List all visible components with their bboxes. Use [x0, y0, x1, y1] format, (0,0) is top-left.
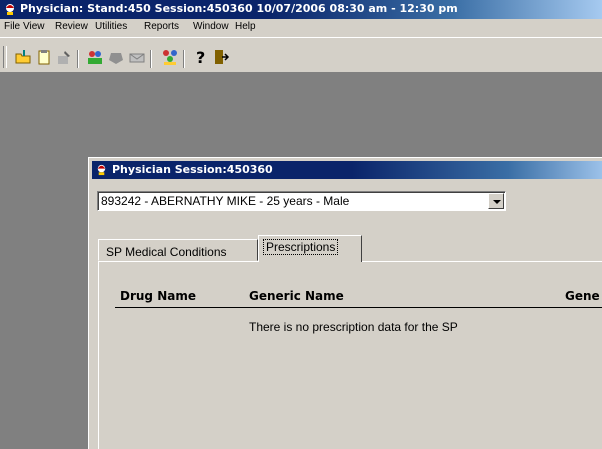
mail-icon[interactable] [128, 48, 146, 66]
main-title: Physician: Stand:450 Session:450360 10/0… [20, 2, 458, 15]
exit-icon[interactable] [212, 48, 230, 66]
open-folder-icon[interactable] [14, 48, 32, 66]
tab-sp-medical-conditions[interactable]: SP Medical Conditions [98, 239, 258, 261]
people-search-icon[interactable] [86, 48, 104, 66]
session-title: Physician Session:450360 [112, 163, 273, 176]
clipboard-icon[interactable] [35, 48, 53, 66]
tab-label: Prescriptions [263, 239, 339, 255]
column-header-drug-name[interactable]: Drug Name [120, 289, 196, 303]
edit-icon[interactable] [55, 48, 73, 66]
menu-utilities[interactable]: Utilities [95, 21, 127, 32]
physician-main-window: Physician: Stand:450 Session:450360 10/0… [0, 0, 602, 449]
toolbar-separator [183, 50, 185, 68]
column-header-gene[interactable]: Gene [565, 289, 600, 303]
empty-table-message: There is no prescription data for the SP [249, 320, 458, 334]
main-title-bar[interactable]: Physician: Stand:450 Session:450360 10/0… [0, 0, 602, 19]
shape-icon[interactable] [107, 48, 125, 66]
tab-prescriptions[interactable]: Prescriptions [258, 235, 362, 262]
session-title-bar[interactable]: Physician Session:450360 [92, 161, 602, 179]
menu-help[interactable]: Help [235, 21, 256, 32]
participant-select[interactable]: 893242 - ABERNATHY MIKE - 25 years - Mal… [97, 191, 506, 211]
menu-file[interactable]: File [4, 21, 20, 32]
header-divider [115, 307, 602, 308]
menu-window[interactable]: Window [193, 21, 229, 32]
toolbar-grip[interactable] [3, 46, 7, 68]
column-header-generic-name[interactable]: Generic Name [249, 289, 344, 303]
menu-review[interactable]: Review [55, 21, 88, 32]
dropdown-button[interactable] [488, 193, 504, 209]
toolbar-separator [150, 50, 152, 68]
toolbar-separator [77, 50, 79, 68]
menu-bar: File View Review Utilities Reports Windo… [0, 19, 602, 37]
menu-view[interactable]: View [23, 21, 45, 32]
multiple-users-icon[interactable] [161, 48, 179, 66]
tab-label: SP Medical Conditions [106, 245, 227, 259]
help-icon[interactable]: ? [192, 48, 210, 66]
svg-text:?: ? [196, 48, 205, 66]
physician-session-window: Physician Session:450360 893242 - ABERNA… [88, 157, 602, 449]
chevron-down-icon [493, 200, 501, 204]
menu-reports[interactable]: Reports [144, 21, 179, 32]
app-icon [6, 4, 14, 15]
participant-select-value: 893242 - ABERNATHY MIKE - 25 years - Mal… [101, 194, 350, 208]
toolbar: ? [0, 37, 602, 73]
app-icon [97, 164, 106, 176]
